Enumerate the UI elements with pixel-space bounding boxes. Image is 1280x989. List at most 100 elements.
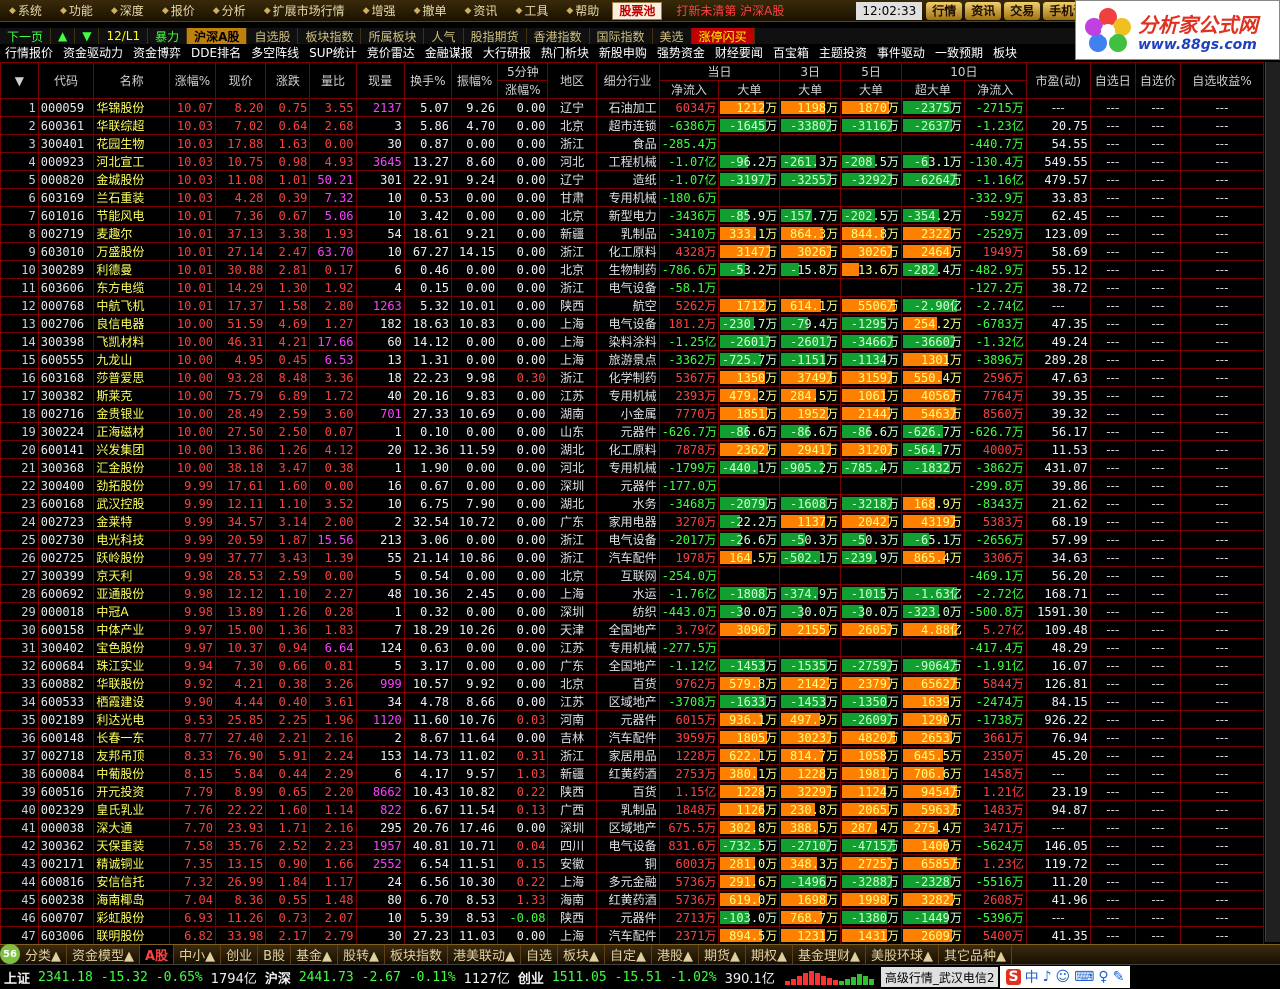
market-tab-7[interactable]: 美选 — [653, 28, 692, 44]
table-row[interactable]: 6 603169 兰石重装 10.03 4.28 0.39 7.32 10 0.53 0.00 0.… — [0, 188, 1265, 207]
tray-icon-1[interactable]: 中 — [1025, 967, 1039, 987]
market-tab-5[interactable]: 香港指数 — [527, 28, 590, 44]
table-row[interactable]: 31 300402 宝色股份 9.97 10.37 0.94 6.64 124 0.63 0.00… — [0, 638, 1265, 657]
tray-icon-3[interactable]: ☺ — [1056, 969, 1071, 985]
column-header-15[interactable]: 大单 — [779, 80, 842, 99]
tray-icon-4[interactable]: ⌨ — [1074, 969, 1094, 985]
column-header-4[interactable]: 现价 — [214, 62, 267, 99]
column-header-11[interactable]: 地区 — [547, 62, 597, 99]
function-tab-16[interactable]: 一致预期 — [930, 44, 988, 61]
notification-badge[interactable]: 56 — [0, 944, 20, 964]
tray-icon-5[interactable]: ♀ — [1098, 969, 1108, 985]
column-header-20[interactable]: 自选日 — [1089, 62, 1136, 99]
menu-item-0[interactable]: ◆ 系统 — [0, 0, 51, 22]
function-tab-6[interactable]: 竞价雷达 — [362, 44, 420, 61]
table-row[interactable]: 10 300289 利德曼 10.01 30.88 2.81 0.17 6 0.46 0.00 0.… — [0, 260, 1265, 279]
tray-icon-0[interactable]: S — [1006, 969, 1021, 985]
bottom-tab-1[interactable]: 资金模型▲ — [67, 944, 140, 965]
function-tab-8[interactable]: 大行研报 — [478, 44, 536, 61]
function-tab-9[interactable]: 热门析块 — [536, 44, 594, 61]
function-tab-14[interactable]: 主题投资 — [814, 44, 872, 61]
market-tab-6[interactable]: 国际指数 — [590, 28, 653, 44]
table-row[interactable]: 13 002706 良信电器 10.00 51.59 4.69 1.27 182 18.63 10… — [0, 314, 1265, 333]
table-row[interactable]: 29 000018 中冠A 9.98 13.89 1.26 0.28 1 0.32 0.00 0.0… — [0, 602, 1265, 621]
bottom-tab-4[interactable]: 创业 — [221, 944, 259, 965]
column-header-6[interactable]: 量比 — [309, 62, 357, 99]
table-row[interactable]: 18 002716 金贵银业 10.00 28.49 2.59 3.60 701 27.33 10… — [0, 404, 1265, 423]
table-row[interactable]: 34 600533 栖霞建设 9.90 4.44 0.40 3.61 34 4.78 8.66 0.… — [0, 692, 1265, 711]
table-row[interactable]: 11 603606 东方电缆 10.01 14.29 1.30 1.92 4 0.15 0.00 0… — [0, 278, 1265, 297]
table-row[interactable]: 1 000059 华锦股份 10.07 8.20 0.75 3.55 2137 5.07 9.26… — [0, 98, 1265, 117]
menu-item-7[interactable]: ◆ 撤单 — [405, 0, 456, 22]
column-header-10[interactable]: 涨幅% — [497, 80, 549, 99]
table-row[interactable]: 47 603006 联明股份 6.82 33.98 2.17 2.79 30 27.23 11.0… — [0, 926, 1265, 945]
tray-icon-2[interactable]: ♪ — [1043, 969, 1052, 985]
column-header-17[interactable]: 超大单 — [900, 80, 965, 99]
table-row[interactable]: 21 300368 汇金股份 10.00 38.18 3.47 0.38 1 1.90 0.00 0… — [0, 458, 1265, 477]
top-right-button-0[interactable]: 行情 — [926, 1, 963, 20]
bottom-tab-10[interactable]: 自选 — [521, 944, 559, 965]
tab-hushen-a[interactable]: 沪深A股 — [187, 28, 248, 44]
column-header-3[interactable]: 涨幅% — [168, 62, 217, 99]
server-name[interactable]: 高级行情_武汉电信2 — [880, 967, 999, 987]
nav-button-2[interactable]: ▼ — [75, 28, 100, 44]
market-tab-0[interactable]: 自选股 — [247, 28, 299, 44]
function-tab-11[interactable]: 强势资金 — [652, 44, 710, 61]
table-row[interactable]: 19 300224 正海磁材 10.00 27.50 2.50 0.07 1 0.10 0.00 0… — [0, 422, 1265, 441]
menu-item-4[interactable]: ◆ 分析 — [204, 0, 255, 22]
function-tab-12[interactable]: 财经要闻 — [710, 44, 768, 61]
stock-pool-button[interactable]: 股票池 — [612, 1, 663, 20]
table-row[interactable]: 39 600516 开元投资 7.79 8.99 0.65 2.20 8662 10.43 10.… — [0, 782, 1265, 801]
menu-item-5[interactable]: ◆ 扩展市场行情 — [255, 0, 354, 22]
column-header-9[interactable]: 振幅% — [450, 62, 499, 99]
table-row[interactable]: 38 600084 中葡股份 8.15 5.84 0.44 2.29 6 4.17 9.57 1.0… — [0, 764, 1265, 783]
function-tab-3[interactable]: DDE排名 — [186, 44, 246, 61]
function-tab-4[interactable]: 多空阵线 — [246, 44, 304, 61]
column-header-21[interactable]: 自选价 — [1134, 62, 1181, 99]
function-tab-7[interactable]: 金融谋报 — [420, 44, 478, 61]
table-row[interactable]: 41 000038 深大通 7.70 23.93 1.71 2.16 295 20.76 17.4… — [0, 818, 1265, 837]
market-tab-2[interactable]: 所属板块 — [361, 28, 425, 44]
tray-icon-6[interactable]: ✎ — [1113, 969, 1125, 985]
column-header-12[interactable]: 细分行业 — [595, 62, 660, 99]
menu-item-2[interactable]: ◆ 深度 — [102, 0, 153, 22]
function-tab-17[interactable]: 板块 — [988, 44, 1022, 61]
column-header-8[interactable]: 换手% — [403, 62, 452, 99]
bottom-tab-18[interactable]: 其它品种▲ — [939, 944, 1013, 965]
table-row[interactable]: 27 300399 京天利 9.98 28.53 2.59 0.00 5 0.54 0.00 0.0… — [0, 566, 1265, 585]
table-row[interactable]: 36 600148 长春一东 8.77 27.40 2.21 2.16 2 8.67 11.64 0… — [0, 728, 1265, 747]
bottom-tab-17[interactable]: 美股环球▲ — [866, 944, 940, 965]
function-tab-13[interactable]: 百宝箱 — [768, 44, 814, 61]
function-tab-0[interactable]: 行情报价 — [0, 44, 58, 61]
bottom-tab-9[interactable]: 港美联动▲ — [448, 944, 522, 965]
market-tab-4[interactable]: 股指期货 — [464, 28, 527, 44]
column-header-19[interactable]: 市盈(动) — [1025, 62, 1091, 99]
bottom-tab-11[interactable]: 板块▲ — [558, 944, 606, 965]
column-header-7[interactable]: 现量 — [355, 62, 405, 99]
function-tab-15[interactable]: 事件驱动 — [872, 44, 930, 61]
column-header-22[interactable]: 自选收益% — [1179, 62, 1265, 99]
function-tab-10[interactable]: 新股申购 — [594, 44, 652, 61]
market-tab-1[interactable]: 板块指数 — [298, 28, 362, 44]
table-row[interactable]: 33 600882 华联股份 9.92 4.21 0.38 3.26 999 10.57 9.92… — [0, 674, 1265, 693]
bottom-tab-5[interactable]: B股 — [258, 944, 291, 965]
table-row[interactable]: 7 601016 节能风电 10.01 7.36 0.67 5.06 10 3.42 0.00 0.… — [0, 206, 1265, 225]
table-row[interactable]: 35 002189 利达光电 9.53 25.85 2.25 1.96 1120 11.60 10… — [0, 710, 1265, 729]
column-header-0[interactable]: ▼ — [0, 62, 39, 99]
bottom-tab-7[interactable]: 股转▲ — [338, 944, 385, 965]
column-header-18[interactable]: 净流入 — [963, 80, 1027, 99]
bottom-tab-2[interactable]: A股 — [140, 944, 175, 965]
menu-item-1[interactable]: ◆ 功能 — [51, 0, 102, 22]
bottom-tab-0[interactable]: 分类▲ — [20, 944, 67, 965]
vertical-scrollbar[interactable] — [1265, 62, 1280, 942]
sort-icon[interactable]: ▼ — [15, 74, 24, 88]
table-row[interactable]: 8 002719 麦趣尔 10.01 37.13 3.38 1.93 54 18.61 9.21 0… — [0, 224, 1265, 243]
table-row[interactable]: 32 600684 珠江实业 9.94 7.30 0.66 0.81 5 3.17 0.00 0.0… — [0, 656, 1265, 675]
function-tab-2[interactable]: 资金博弈 — [128, 44, 186, 61]
table-row[interactable]: 43 002171 精诚铜业 7.35 13.15 0.90 1.66 2552 6.54 11.… — [0, 854, 1265, 873]
menu-item-3[interactable]: ◆ 报价 — [153, 0, 204, 22]
column-header-16[interactable]: 大单 — [840, 80, 902, 99]
top-right-button-2[interactable]: 交易 — [1004, 1, 1041, 20]
table-row[interactable]: 15 600555 九龙山 10.00 4.95 0.45 6.53 13 1.31 0.00 0.… — [0, 350, 1265, 369]
table-row[interactable]: 44 600816 安信信托 7.32 26.99 1.84 1.17 24 6.56 10.30… — [0, 872, 1265, 891]
